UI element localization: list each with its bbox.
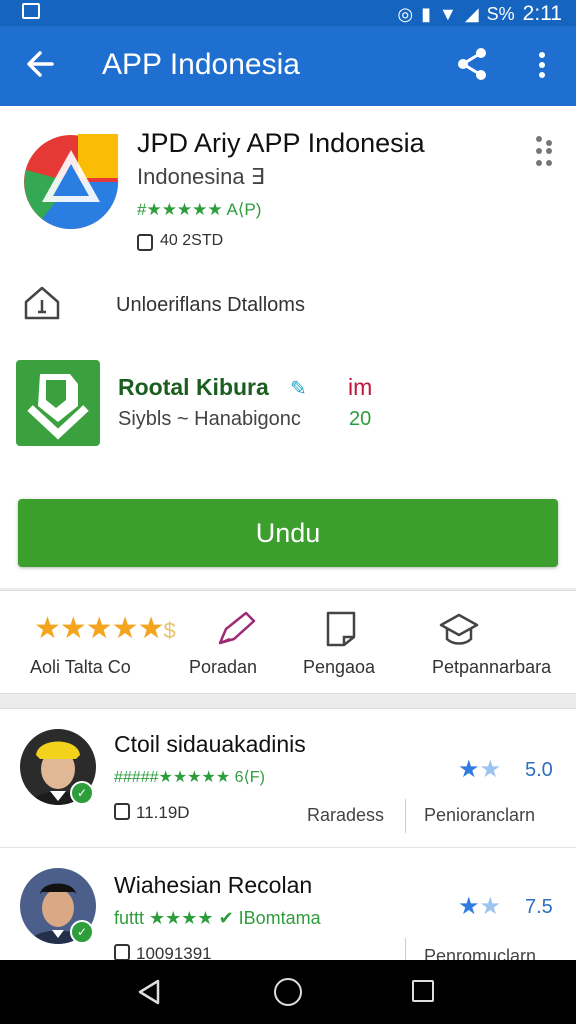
overflow-menu-icon[interactable]	[526, 44, 558, 84]
quick-action-label: Aoli Talta Co	[30, 657, 131, 677]
publisher-number: 20	[349, 408, 372, 430]
gallery-notification-icon	[22, 3, 40, 19]
graduation-cap-icon[interactable]	[438, 609, 480, 649]
column-divider	[405, 799, 406, 833]
app-title: JPD Ariy APP Indonesia	[137, 128, 425, 158]
vibrate-icon: ▮	[421, 3, 431, 24]
book-icon[interactable]	[322, 609, 360, 649]
verified-icon: ✓	[70, 781, 94, 805]
wifi-icon: ▼	[438, 3, 457, 24]
signal-icon: ◢	[464, 3, 479, 24]
quick-action-label: Poradan	[189, 657, 258, 677]
nav-home-icon[interactable]	[274, 978, 302, 1006]
status-icons: ◎ ▮ ▼ ◢ S% 2:11	[397, 2, 562, 26]
pen-icon[interactable]	[216, 609, 258, 649]
review-score-stars: ★★	[458, 893, 502, 920]
app-logo	[22, 130, 120, 232]
system-navigation-bar	[0, 960, 576, 1024]
download-size-icon	[137, 234, 153, 251]
download-shield-icon	[16, 360, 100, 446]
publisher-subtitle: Siybls ~ Hanabigonc	[118, 408, 301, 430]
app-bar-title: APP Indonesia	[102, 48, 300, 81]
nav-back-icon[interactable]	[136, 978, 162, 1006]
clock: 2:11	[522, 2, 562, 25]
app-developer[interactable]: Indonesina ∃	[137, 164, 265, 190]
verified-icon: ✓	[70, 920, 94, 944]
review-column-2[interactable]: Penioranclarn	[424, 805, 535, 826]
app-rating: #★★★★★ A⟨P)	[137, 200, 262, 219]
install-button[interactable]: Undu	[18, 499, 558, 567]
review-rating: futtt ★★★★ ✔ IBomtama	[114, 908, 321, 928]
review-author: Ctoil sidauakadinis	[114, 731, 306, 757]
review-rating: #####★★★★★ 6⟨F)	[114, 769, 265, 786]
quick-actions-row: ★★★★★$ Aoli Talta Co Poradan Pengaoa Pet…	[0, 590, 576, 694]
review-column-1[interactable]: Raradess	[307, 805, 384, 826]
info-text: Unloeriflans Dtalloms	[116, 294, 305, 316]
review-meta-icon	[114, 944, 130, 961]
review-item[interactable]: ✓ Ctoil sidauakadinis #####★★★★★ 6⟨F) 11…	[0, 709, 576, 848]
reviews-card: ✓ Ctoil sidauakadinis #####★★★★★ 6⟨F) 11…	[0, 708, 576, 972]
battery-label: S%	[486, 3, 515, 24]
review-meta: 11.19D	[136, 803, 190, 822]
verified-pen-icon: ✎	[290, 378, 307, 400]
status-bar: ◎ ▮ ▼ ◢ S% 2:11	[0, 0, 576, 26]
review-score: 7.5	[525, 896, 553, 918]
nav-recents-icon[interactable]	[412, 980, 434, 1002]
app-bar: APP Indonesia	[0, 26, 576, 106]
quick-action-label: Pengaoa	[303, 657, 376, 677]
publisher-badge: im	[348, 374, 373, 400]
review-meta-icon	[114, 803, 130, 820]
quick-action-label: Petpannarbara	[432, 657, 552, 677]
publisher-name[interactable]: Rootal Kibura	[118, 374, 269, 401]
review-author: Wiahesian Recolan	[114, 872, 313, 898]
app-menu-icon[interactable]	[533, 134, 557, 168]
star-rating-icon[interactable]: ★★★★★$	[34, 611, 176, 646]
home-info-icon	[22, 284, 62, 322]
alarm-icon: ◎	[397, 3, 414, 24]
app-details-card: JPD Ariy APP Indonesia Indonesina ∃ #★★★…	[0, 106, 576, 588]
review-score: 5.0	[525, 759, 553, 781]
review-score-stars: ★★	[458, 756, 502, 783]
back-arrow-icon[interactable]	[22, 44, 62, 84]
app-size: 40 2STD	[160, 232, 224, 249]
share-icon[interactable]	[452, 44, 492, 84]
